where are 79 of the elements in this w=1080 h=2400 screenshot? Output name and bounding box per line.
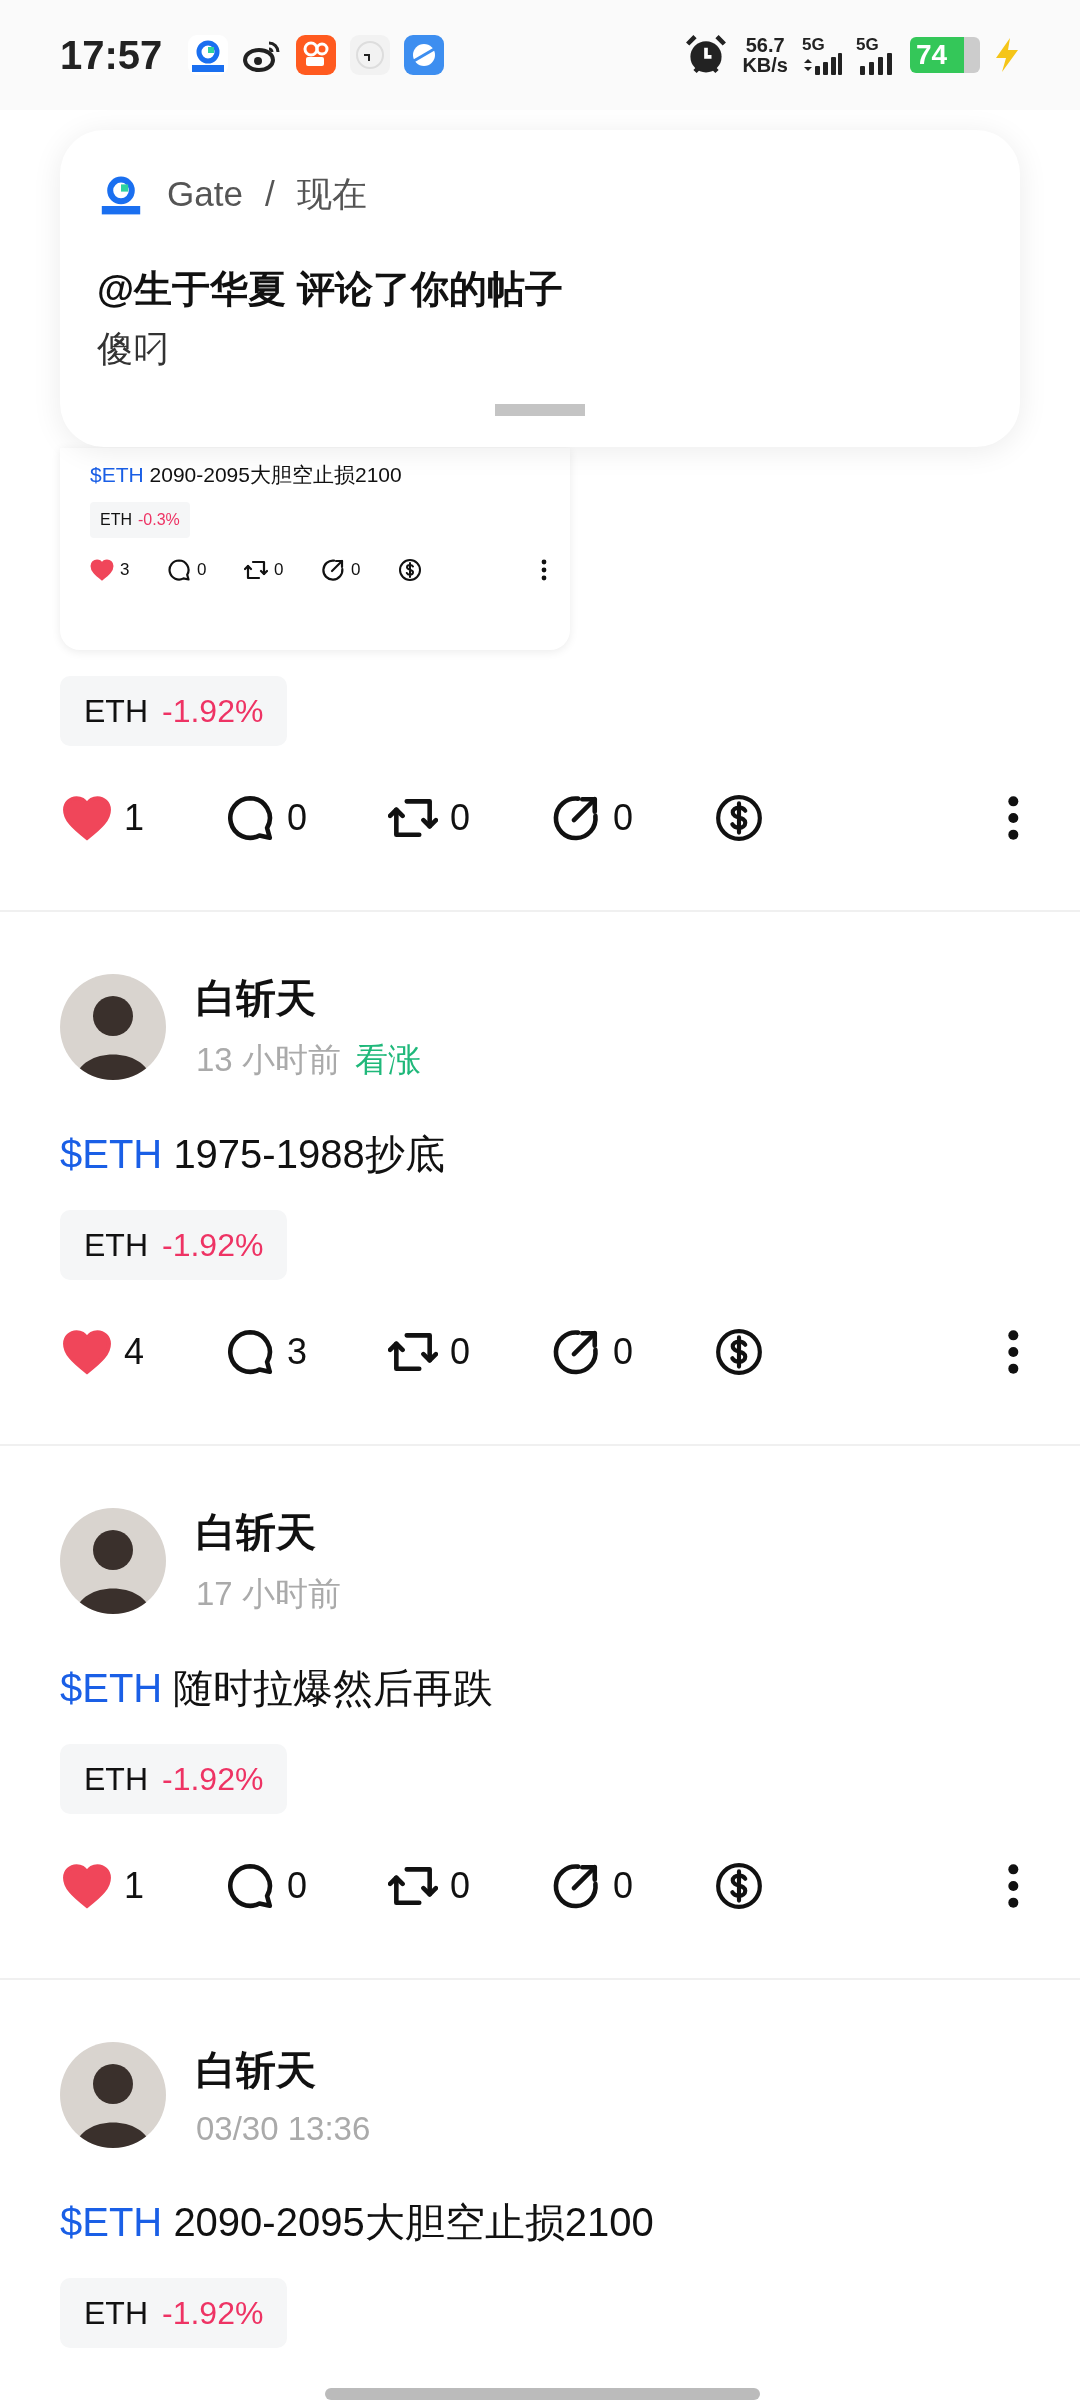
ticker-link[interactable]: $ETH [60,1132,163,1176]
separator: / [264,174,275,214]
notification-body: 傻叼 [97,327,170,371]
post-preview-card[interactable]: $ETH 2090-2095大胆空止损2100 ETH -0.3% 3 0 0 0 [60,448,570,650]
share-icon [551,1861,601,1911]
coin-symbol: ETH [84,1760,148,1798]
comment-button[interactable]: 0 [167,558,244,582]
app-name: Gate [167,174,243,214]
share-button[interactable]: 0 [551,1861,714,1911]
post-time: 13 小时前 [196,1040,341,1080]
network-speed: 56.7 [745,35,785,55]
signal-icon [802,52,842,75]
notification-title: @生于华夏 评论了你的帖子 [97,267,564,312]
post-time: 17 小时前 [196,1574,341,1614]
repost-icon [244,558,268,582]
network-type: 5G [856,35,880,53]
like-button[interactable]: 1 [62,1861,225,1911]
author-name[interactable]: 白斩天 [196,971,421,1026]
speed-unit: KB/s [742,55,788,75]
dial-app-icon [350,35,391,75]
comment-button[interactable]: 0 [225,1861,388,1911]
price-change: -1.92% [162,692,264,730]
coin-tag[interactable]: ETH -1.92% [60,1210,288,1280]
price-change: -1.92% [162,1226,264,1264]
repost-button[interactable]: 0 [388,1327,551,1377]
repost-button[interactable]: 0 [244,558,321,582]
share-icon [551,1327,601,1377]
comment-icon [225,1861,275,1911]
coin-symbol: ETH [84,692,148,730]
ticker-link[interactable]: $ETH [60,2200,163,2244]
comment-icon [167,558,191,582]
comment-button[interactable]: 0 [225,793,388,843]
repost-button[interactable]: 0 [388,1861,551,1911]
price-change: -1.92% [162,1760,264,1798]
clock-time: 17:57 [60,32,163,78]
post-text: $ETH 2090-2095大胆空止损2100 [60,2199,655,2246]
battery-level: 74 [910,37,980,73]
share-button[interactable]: 0 [321,558,398,582]
author-name[interactable]: 白斩天 [196,1505,341,1560]
dollar-icon[interactable] [714,1327,764,1377]
share-button[interactable]: 0 [551,793,714,843]
more-icon[interactable] [540,558,548,582]
sentiment-label: 看涨 [354,1040,421,1080]
dollar-icon[interactable] [398,558,422,582]
post-text: $ETH 1975-1988抄底 [60,1131,446,1178]
comment-icon [225,1327,275,1377]
like-button[interactable]: 1 [62,793,225,843]
comment-button[interactable]: 3 [225,1327,388,1377]
video-app-icon [296,35,337,75]
coin-symbol: ETH [84,2294,148,2332]
post-text: $ETH 2090-2095大胆空止损2100 [90,462,403,488]
dollar-icon[interactable] [714,1861,764,1911]
author-name[interactable]: 白斩天 [196,2042,371,2098]
like-button[interactable]: 4 [62,1327,225,1377]
drag-handle[interactable] [495,404,585,416]
repost-button[interactable]: 0 [388,793,551,843]
post-time: 03/30 13:36 [196,2109,371,2148]
price-change: -1.92% [162,2294,264,2332]
coin-symbol: ETH [100,511,132,529]
price-change: -0.3% [138,511,180,529]
coin-tag[interactable]: ETH -0.3% [90,502,190,538]
ticker-link[interactable]: $ETH [60,1666,163,1710]
coin-symbol: ETH [84,1226,148,1264]
notification-toast[interactable]: Gate / 现在 @生于华夏 评论了你的帖子 傻叼 [60,130,1020,447]
network-type: 5G [802,35,826,53]
coin-tag[interactable]: ETH -1.92% [60,2278,288,2348]
comment-icon [225,793,275,843]
ticker-link[interactable]: $ETH [90,463,144,486]
coin-tag[interactable]: ETH -1.92% [60,1744,288,1814]
share-icon [321,558,345,582]
coin-tag[interactable]: ETH -1.92% [60,676,288,746]
share-icon [551,793,601,843]
post-text: $ETH 随时拉爆然后再跌 [60,1665,495,1712]
dollar-icon[interactable] [714,793,764,843]
charging-icon [994,38,1020,72]
like-button[interactable]: 3 [90,558,167,582]
share-button[interactable]: 0 [551,1327,714,1377]
browser-app-icon [404,35,445,75]
notification-time: 现在 [296,172,367,215]
